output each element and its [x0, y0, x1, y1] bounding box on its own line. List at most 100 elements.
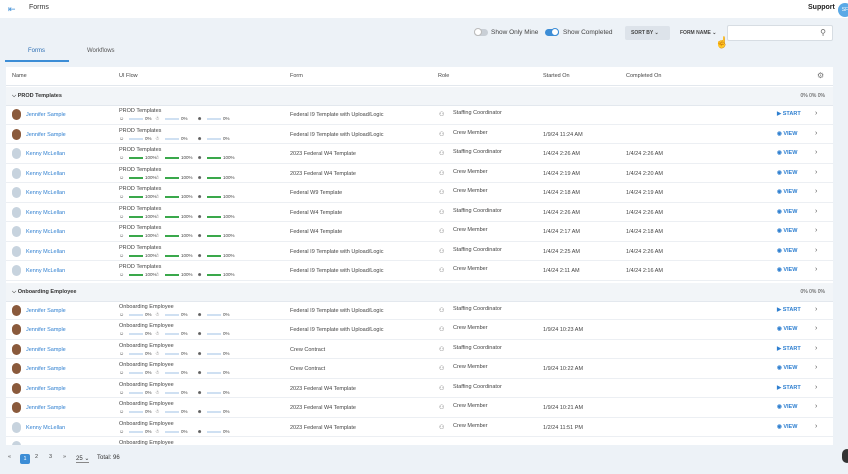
progress-bar: [165, 411, 179, 413]
column-header-name[interactable]: Name: [12, 73, 27, 79]
table-row[interactable]: Kenny McLellan PROD Templates ☺ 100% ☃ 100% ☻ 1…: [6, 144, 833, 164]
view-button[interactable]: ◉ VIEW: [777, 150, 797, 156]
view-button[interactable]: ◉ VIEW: [777, 170, 797, 176]
chevron-right-icon[interactable]: ›: [815, 266, 817, 273]
progress-indicator: ☃ 0%: [155, 116, 195, 123]
view-button[interactable]: ◉ VIEW: [777, 248, 797, 254]
chevron-right-icon[interactable]: ›: [815, 188, 817, 195]
view-button[interactable]: ◉ VIEW: [777, 267, 797, 273]
table-row[interactable]: Kenny McLellan PROD Templates ☺ 100% ☃ 100% ☻ 1…: [6, 183, 833, 203]
column-header-ui-flow[interactable]: UI Flow: [119, 73, 138, 79]
table-row[interactable]: Onboarding Employee: [6, 437, 833, 445]
column-header-form[interactable]: Form: [290, 73, 303, 79]
ui-flow-name: Onboarding Employee: [119, 362, 174, 368]
start-button[interactable]: ▶ START: [777, 111, 801, 117]
page-3-button[interactable]: 3: [49, 454, 52, 460]
chevron-right-icon[interactable]: ›: [815, 306, 817, 313]
tab-workflows[interactable]: Workflows: [87, 48, 115, 54]
table-row[interactable]: Jennifer Sample PROD Templates ☺ 0% ☃ 0% ☻ 0% Fe…: [6, 125, 833, 144]
search-input[interactable]: ⚲: [727, 25, 833, 41]
assignee-name-link[interactable]: Kenny McLellan: [26, 425, 65, 431]
chevron-right-icon[interactable]: ›: [815, 110, 817, 117]
per-page-select[interactable]: 25 ⌄: [76, 455, 90, 463]
table-row[interactable]: Jennifer Sample Onboarding Employee ☺ 0% ☃ 0%…: [6, 320, 833, 340]
assignee-name-link[interactable]: Jennifer Sample: [26, 112, 66, 118]
table-row[interactable]: Kenny McLellan PROD Templates ☺ 100% ☃ 100% ☻ 1…: [6, 203, 833, 222]
support-link[interactable]: Support: [808, 4, 835, 11]
chevron-right-icon[interactable]: ›: [815, 149, 817, 156]
assignee-name-link[interactable]: Jennifer Sample: [26, 366, 66, 372]
column-header-completed-on[interactable]: Completed On: [626, 73, 661, 79]
role-icon: ⚇: [439, 190, 445, 196]
table-row[interactable]: Kenny McLellan PROD Templates ☺ 100% ☃ 100% ☻ 1…: [6, 261, 833, 281]
help-bubble-icon[interactable]: [842, 449, 848, 463]
column-header-role[interactable]: Role: [438, 73, 449, 79]
assignee-name-link[interactable]: Jennifer Sample: [26, 347, 66, 353]
role-icon: ⚇: [439, 327, 445, 333]
table-row[interactable]: Kenny McLellan PROD Templates ☺ 100% ☃ 100% ☻ 1…: [6, 222, 833, 242]
next-page-icon[interactable]: »: [63, 454, 66, 460]
view-button[interactable]: ◉ VIEW: [777, 365, 797, 371]
user-avatar[interactable]: SF: [838, 3, 848, 17]
chevron-right-icon[interactable]: ›: [815, 423, 817, 430]
table-row[interactable]: Jennifer Sample Onboarding Employee ☺ 0% ☃ 0%…: [6, 301, 833, 320]
group-header[interactable]: ⌵ Onboarding Employee 0% 0% 0%: [6, 282, 833, 302]
progress-percent: 0%: [145, 370, 152, 375]
assignee-name-link[interactable]: Kenny McLellan: [26, 210, 65, 216]
table-row[interactable]: Jennifer Sample Onboarding Employee ☺ 0% ☃ 0%…: [6, 398, 833, 418]
assignee-name-link[interactable]: Jennifer Sample: [26, 132, 66, 138]
group-title: ⌵ PROD Templates: [12, 93, 62, 100]
view-button[interactable]: ◉ VIEW: [777, 326, 797, 332]
chevron-right-icon[interactable]: ›: [815, 227, 817, 234]
view-button[interactable]: ◉ VIEW: [777, 424, 797, 430]
chevron-right-icon[interactable]: ›: [815, 130, 817, 137]
view-button[interactable]: ◉ VIEW: [777, 189, 797, 195]
start-button[interactable]: ▶ START: [777, 346, 801, 352]
assignee-name-link[interactable]: Kenny McLellan: [26, 249, 65, 255]
assignee-name-link[interactable]: Jennifer Sample: [26, 386, 66, 392]
role-name: Crew Member: [453, 227, 488, 233]
view-button[interactable]: ◉ VIEW: [777, 131, 797, 137]
prev-page-icon[interactable]: «: [8, 454, 11, 460]
assignee-name-link[interactable]: Jennifer Sample: [26, 405, 66, 411]
tab-forms[interactable]: Forms: [28, 48, 45, 54]
group-header[interactable]: ⌵ PROD Templates 0% 0% 0%: [6, 87, 833, 106]
search-icon[interactable]: ⚲: [820, 28, 826, 37]
chevron-right-icon[interactable]: ›: [815, 384, 817, 391]
show-only-mine-toggle[interactable]: [474, 28, 488, 36]
start-button[interactable]: ▶ START: [777, 307, 801, 313]
chevron-right-icon[interactable]: ›: [815, 169, 817, 176]
table-row[interactable]: Kenny McLellan PROD Templates ☺ 100% ☃ 100% ☻ 1…: [6, 164, 833, 183]
chevron-right-icon[interactable]: ›: [815, 403, 817, 410]
chevron-right-icon[interactable]: ›: [815, 208, 817, 215]
table-row[interactable]: Jennifer Sample PROD Templates ☺ 0% ☃ 0% ☻ 0% Fe…: [6, 105, 833, 125]
sort-by-button[interactable]: SORT BY ⌄: [625, 26, 670, 40]
page-1-button[interactable]: 1: [20, 454, 30, 464]
column-header-started-on[interactable]: Started On: [543, 73, 570, 79]
assignee-name-link[interactable]: Jennifer Sample: [26, 327, 66, 333]
assignee-name-link[interactable]: Kenny McLellan: [26, 229, 65, 235]
chevron-right-icon[interactable]: ›: [815, 325, 817, 332]
assignee-name-link[interactable]: Jennifer Sample: [26, 308, 66, 314]
people-icon: ☃: [155, 272, 160, 278]
chevron-right-icon[interactable]: ›: [815, 364, 817, 371]
table-row[interactable]: Kenny McLellan PROD Templates ☺ 100% ☃ 100% ☻ 1…: [6, 242, 833, 261]
settings-gear-icon[interactable]: ⚙: [817, 71, 824, 80]
table-row[interactable]: Kenny McLellan Onboarding Employee ☺ 0% ☃ 0% ☻…: [6, 418, 833, 437]
assignee-name-link[interactable]: Kenny McLellan: [26, 151, 65, 157]
collapse-menu-icon[interactable]: ⇤: [8, 4, 18, 14]
view-button[interactable]: ◉ VIEW: [777, 228, 797, 234]
start-button[interactable]: ▶ START: [777, 385, 801, 391]
assignee-name-link[interactable]: Kenny McLellan: [26, 268, 65, 274]
assignee-name-link[interactable]: Kenny McLellan: [26, 171, 65, 177]
view-button[interactable]: ◉ VIEW: [777, 209, 797, 215]
page-2-button[interactable]: 2: [35, 454, 38, 460]
assignee-name-link[interactable]: Kenny McLellan: [26, 190, 65, 196]
table-row[interactable]: Jennifer Sample Onboarding Employee ☺ 0% ☃ 0%…: [6, 379, 833, 398]
table-row[interactable]: Jennifer Sample Onboarding Employee ☺ 0% ☃ 0%…: [6, 359, 833, 379]
table-row[interactable]: Jennifer Sample Onboarding Employee ☺ 0% ☃ 0%…: [6, 340, 833, 359]
show-completed-toggle[interactable]: [545, 28, 559, 36]
chevron-right-icon[interactable]: ›: [815, 247, 817, 254]
view-button[interactable]: ◉ VIEW: [777, 404, 797, 410]
chevron-right-icon[interactable]: ›: [815, 345, 817, 352]
